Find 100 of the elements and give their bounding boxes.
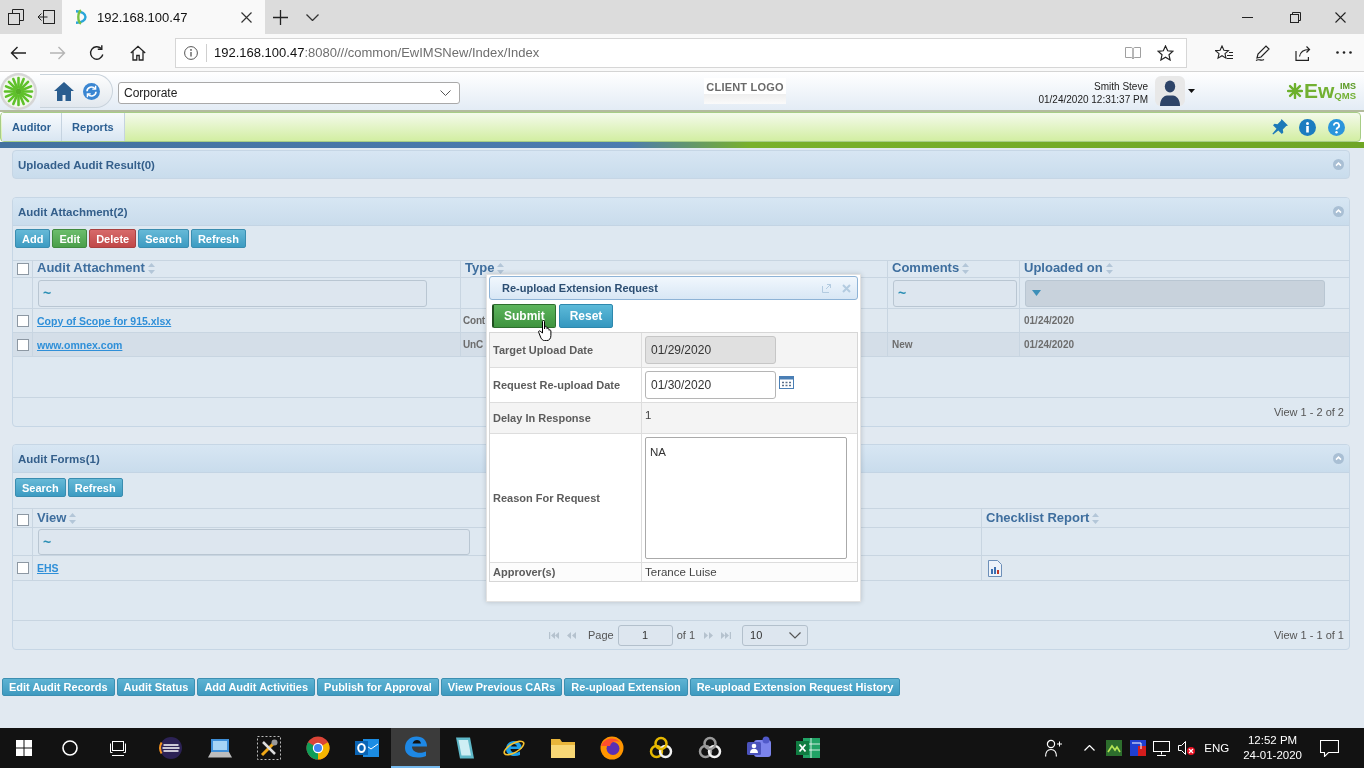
checkbox[interactable] [16,513,29,526]
reading-view-icon[interactable] [1125,45,1141,60]
brand-suffix: QMS [1334,91,1356,100]
sort-icon [69,512,77,524]
checkbox[interactable] [16,263,29,275]
more-icon[interactable] [1336,51,1352,54]
toolbar-button[interactable]: Refresh [67,478,123,497]
toolbar-button[interactable]: Add [15,229,51,248]
calendar-icon[interactable] [779,375,794,389]
close-icon[interactable] [241,11,252,23]
type-value: Cont [463,315,485,326]
info-icon[interactable] [1299,118,1316,136]
page-label: Page [587,629,614,641]
pin-icon[interactable] [1272,119,1288,135]
wheel-icon [305,736,330,760]
action-button[interactable]: Re-upload Extension [564,678,688,696]
notification-icon[interactable] [1320,739,1339,757]
action-button[interactable]: Audit Status [116,678,196,696]
flame-globe-icon [599,736,624,760]
refresh-icon[interactable] [89,44,105,61]
favorites-icon[interactable] [1215,44,1233,61]
caret-down-icon[interactable] [1188,89,1195,93]
column-header[interactable]: View [37,512,77,524]
action-button[interactable]: View Previous CARs [440,678,563,696]
toolbar-button[interactable]: Search [15,478,66,497]
file-link[interactable]: www.omnex.com [37,338,123,351]
home-icon[interactable] [130,44,146,61]
help-icon[interactable] [1328,118,1345,136]
form-button[interactable]: Submit [492,304,556,328]
toolbar-button[interactable]: Search [138,229,189,248]
checkbox[interactable] [16,314,29,327]
file-link[interactable]: Copy of Scope for 915.xlsx [37,314,172,327]
tab-list-icon[interactable] [8,9,24,25]
chevron-down-icon[interactable] [306,13,319,21]
flower-icon [1287,83,1303,99]
chevron-down-icon [789,631,802,639]
form-link[interactable]: EHS [37,562,59,574]
column-header[interactable]: Type [465,262,505,274]
column-header[interactable]: Checklist Report [986,512,1100,524]
mail-icon [354,736,379,760]
filter-field[interactable]: ~ [893,279,1017,307]
person-icon[interactable] [1045,739,1063,757]
page-size-select[interactable]: 10 [742,624,809,646]
rings-icon [648,736,673,760]
sort-icon [1105,262,1113,274]
field-label: Request Re-upload Date [493,379,621,391]
back-arrow-icon[interactable] [10,45,26,60]
column-header[interactable]: Uploaded on [1024,262,1113,274]
folder-icon [550,738,575,758]
checkbox[interactable] [16,562,29,574]
form-button[interactable]: Reset [558,304,614,328]
set-aside-icon[interactable] [38,10,55,24]
task-view-icon[interactable] [110,740,126,756]
windows-logo-icon[interactable] [16,740,32,756]
toolbar-button[interactable]: Delete [89,229,137,248]
column-header[interactable]: Audit Attachment [37,262,155,274]
checkbox[interactable] [16,338,29,351]
star-icon[interactable] [1157,44,1174,61]
filter-icon [1032,290,1041,296]
close-icon[interactable] [1335,11,1346,23]
filter-field[interactable]: ~ [38,528,470,555]
report-icon[interactable] [988,559,1002,577]
action-button[interactable]: Re-upload Extension Request History [689,678,901,696]
share-icon[interactable] [1295,44,1311,61]
location-select[interactable]: Corporate [118,82,460,104]
browser-tab[interactable]: 192.168.100.47 [62,0,265,34]
action-button[interactable]: Add Audit Activities [197,678,316,696]
column-header[interactable]: Comments [892,262,970,274]
panel-title: Uploaded Audit Result(0) [18,158,155,171]
volume-muted-icon[interactable] [1178,741,1196,755]
chart-app-icon[interactable] [1106,740,1123,756]
avatar-icon[interactable] [1155,76,1185,106]
caret-up-icon[interactable] [1084,745,1096,751]
sort-icon [962,262,970,274]
pen-icon[interactable] [1255,44,1271,61]
filter-field[interactable]: ~ [38,279,427,307]
toolbar-button[interactable]: Refresh [190,229,246,248]
striped-circle-icon [158,736,183,760]
date-field[interactable]: 01/30/2020 [645,371,776,399]
search-icon[interactable] [62,740,78,756]
panel-title: Audit Forms(1) [18,452,100,465]
action-button[interactable]: Edit Audit Records [2,678,115,696]
minimize-icon[interactable] [1242,16,1253,18]
chevron-down-icon [440,90,451,96]
home-icon[interactable] [54,81,74,101]
menu-tab[interactable]: Auditor [2,113,63,141]
text-area[interactable]: NA [645,437,847,559]
language-indicator[interactable]: ENG [1204,742,1230,754]
plus-icon[interactable] [273,9,288,25]
sort-icon [497,262,505,274]
pager-summary: View 1 - 2 of 2 [1273,406,1344,418]
action-button[interactable]: Publish for Approval [317,678,439,696]
network-icon[interactable] [1153,740,1171,756]
maximize-icon[interactable] [1290,11,1301,23]
toolbar-button[interactable]: Edit [52,229,88,248]
menu-tab[interactable]: Reports [62,113,125,141]
page-field[interactable]: 1 [617,624,673,646]
address-field[interactable]: 192.168.100.47:8080///common/EwIMSNew/Index/Index [175,37,1187,68]
window-app-icon[interactable] [1130,740,1147,756]
info-icon[interactable] [184,45,198,60]
